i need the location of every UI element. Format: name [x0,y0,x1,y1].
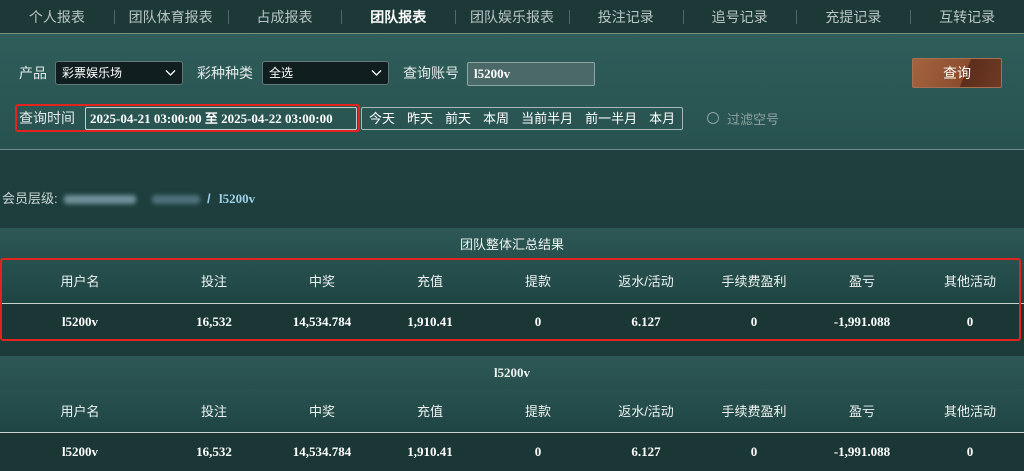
table-cell-username[interactable]: l5200v [0,433,160,471]
product-select-value: 彩票娱乐场 [62,66,123,80]
summary-data-row: l5200v 16,532 14,534.784 1,910.41 0 6.12… [0,304,1024,340]
tab-team-sports-report[interactable]: 团队体育报表 [113,0,228,33]
quick-range-today[interactable]: 今天 [363,108,401,129]
quick-range-yesterday[interactable]: 昨天 [401,108,439,129]
quick-range-day-before[interactable]: 前天 [439,108,477,129]
detail-header-row: 用户名 投注 中奖 充值 提款 返水/活动 手续费盈利 盈亏 其他活动 [0,389,1024,433]
table-cell-other-activity: 0 [966,444,974,459]
column-header: 投注 [200,274,227,289]
tab-share-report[interactable]: 占成报表 [227,0,342,33]
column-header: 其他活动 [943,274,996,289]
column-header: 投注 [200,404,227,419]
column-header: 盈亏 [848,404,875,419]
tab-deposit-withdraw-records[interactable]: 充提记录 [796,0,910,33]
column-header: 中奖 [308,274,335,289]
quick-range-previous-half-month[interactable]: 前一半月 [579,108,643,129]
tab-personal-report[interactable]: 个人报表 [0,0,114,33]
product-label: 产品 [19,65,47,81]
account-input[interactable]: l5200v [467,62,595,86]
breadcrumb-separator: / [207,191,211,206]
quick-range-this-month[interactable]: 本月 [643,108,681,129]
table-cell-withdraw: 0 [534,314,542,329]
detail-data-row: l5200v 16,532 14,534.784 1,910.41 0 6.12… [0,433,1024,471]
table-cell-rebate: 6.127 [631,444,661,459]
tab-team-entertainment-report[interactable]: 团队娱乐报表 [455,0,569,33]
column-header: 返水/活动 [618,274,674,289]
tab-team-report[interactable]: 团队报表 [341,0,455,33]
column-header: 提款 [524,274,551,289]
filter-empty-label: 过滤空号 [727,111,780,127]
table-cell-fee-profit: 0 [750,444,758,459]
redacted-text [64,195,136,204]
breadcrumb-current-user[interactable]: l5200v [219,190,255,208]
column-header: 手续费盈利 [721,404,787,419]
column-header: 其他活动 [943,404,996,419]
quick-range-current-half-month[interactable]: 当前半月 [515,108,579,129]
member-level-label: 会员层级: [2,191,58,206]
column-header: 返水/活动 [618,404,674,419]
lottery-type-select[interactable]: 全选 [262,61,389,85]
date-range-input[interactable]: 2025-04-21 03:00:00 至 2025-04-22 03:00:0… [85,107,357,130]
detail-title: l5200v [0,356,1024,389]
table-cell-profit-loss: -1,991.088 [833,314,891,329]
column-header: 充值 [416,274,443,289]
column-header: 中奖 [308,404,335,419]
quick-range-group: 今天 昨天 前天 本周 当前半月 前一半月 本月 [361,107,684,130]
table-cell-profit-loss: -1,991.088 [833,444,891,459]
table-cell-username: l5200v [61,314,99,329]
tab-chase-records[interactable]: 追号记录 [682,0,797,33]
summary-title: 团队整体汇总结果 [0,228,1024,258]
product-select[interactable]: 彩票娱乐场 [55,61,183,85]
table-cell-rebate: 6.127 [631,314,661,329]
report-tab-bar: 个人报表 团队体育报表 占成报表 团队报表 团队娱乐报表 投注记录 追号记录 充… [0,0,1024,34]
account-label: 查询账号 [403,65,459,81]
table-cell-bet: 16,532 [196,314,232,329]
radio-circle-icon[interactable] [707,112,719,124]
summary-header-row: 用户名 投注 中奖 充值 提款 返水/活动 手续费盈利 盈亏 其他活动 [0,258,1024,304]
table-cell-deposit: 1,910.41 [407,314,453,329]
table-cell-win: 14,534.784 [292,314,352,329]
redacted-text [152,195,200,204]
query-button[interactable]: 查询 [912,58,1002,88]
member-level-breadcrumb: 会员层级: / l5200v [2,190,302,208]
table-cell-bet: 16,532 [196,444,232,459]
table-cell-fee-profit: 0 [750,314,758,329]
filter-empty-radio[interactable]: 过滤空号 [707,110,780,127]
query-time-label: 查询时间 [19,110,75,126]
column-header: 盈亏 [848,274,875,289]
table-cell-other-activity: 0 [966,314,974,329]
table-cell-withdraw: 0 [534,444,542,459]
filter-panel: 产品 彩票娱乐场 彩种种类 全选 查询账号 l5200v 查询 查询时间 202… [0,34,1024,150]
tab-transfer-records[interactable]: 互转记录 [910,0,1024,33]
column-header: 手续费盈利 [721,274,787,289]
chevron-down-icon [165,70,176,76]
table-cell-win: 14,534.784 [292,444,352,459]
chevron-down-icon [371,70,382,76]
column-header: 提款 [524,404,551,419]
lottery-type-select-value: 全选 [269,66,294,80]
column-header: 用户名 [60,274,100,289]
lottery-type-label: 彩种种类 [197,65,253,81]
column-header: 用户名 [60,404,100,419]
quick-range-this-week[interactable]: 本周 [477,108,515,129]
tab-bet-records[interactable]: 投注记录 [568,0,683,33]
column-header: 充值 [416,404,443,419]
table-cell-deposit: 1,910.41 [407,444,453,459]
